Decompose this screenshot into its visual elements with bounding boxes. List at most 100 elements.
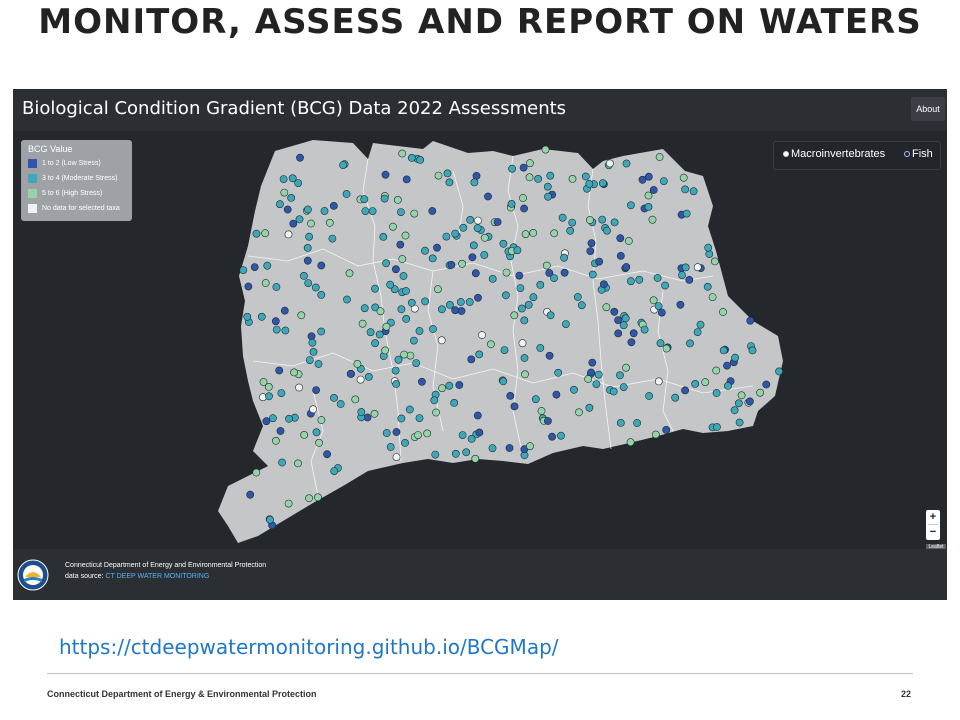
station-marker[interactable] xyxy=(303,244,312,252)
station-marker[interactable] xyxy=(398,149,407,158)
station-marker[interactable] xyxy=(271,436,280,445)
station-marker[interactable] xyxy=(719,346,728,355)
station-marker[interactable] xyxy=(633,419,641,427)
station-marker[interactable] xyxy=(478,331,486,339)
station-marker[interactable] xyxy=(275,200,284,209)
station-marker[interactable] xyxy=(400,350,408,359)
station-marker[interactable] xyxy=(396,208,405,216)
station-marker[interactable] xyxy=(252,229,261,238)
station-marker[interactable] xyxy=(609,387,618,396)
station-marker[interactable] xyxy=(474,216,482,225)
station-marker[interactable] xyxy=(406,351,415,360)
station-marker[interactable] xyxy=(250,263,259,271)
station-marker[interactable] xyxy=(309,347,318,356)
station-marker[interactable] xyxy=(655,153,664,161)
station-marker[interactable] xyxy=(252,468,261,477)
station-marker[interactable] xyxy=(624,237,633,245)
station-marker[interactable] xyxy=(568,175,577,183)
station-marker[interactable] xyxy=(501,291,510,300)
station-marker[interactable] xyxy=(519,163,528,172)
station-marker[interactable] xyxy=(330,393,338,402)
station-marker[interactable] xyxy=(402,175,411,184)
station-marker[interactable] xyxy=(719,308,727,316)
station-marker[interactable] xyxy=(415,414,424,422)
station-marker[interactable] xyxy=(705,250,714,258)
station-marker[interactable] xyxy=(405,405,414,414)
station-marker[interactable] xyxy=(562,320,570,328)
station-marker[interactable] xyxy=(654,302,663,310)
station-marker[interactable] xyxy=(455,381,464,389)
station-marker[interactable] xyxy=(299,271,308,280)
station-marker[interactable] xyxy=(645,392,653,400)
station-marker[interactable] xyxy=(393,196,402,204)
station-marker[interactable] xyxy=(433,285,442,294)
station-marker[interactable] xyxy=(414,431,422,439)
station-marker[interactable] xyxy=(734,399,743,408)
station-marker[interactable] xyxy=(656,339,665,348)
station-marker[interactable] xyxy=(311,283,320,292)
station-marker[interactable] xyxy=(584,375,593,383)
station-marker[interactable] xyxy=(315,438,323,447)
station-marker[interactable] xyxy=(442,232,451,241)
station-marker[interactable] xyxy=(693,263,702,272)
station-marker[interactable] xyxy=(546,311,555,320)
macroinvertebrates-option[interactable]: Macroinvertebrates xyxy=(783,148,885,160)
station-marker[interactable] xyxy=(554,368,563,377)
station-marker[interactable] xyxy=(280,188,289,197)
station-marker[interactable] xyxy=(614,316,622,324)
station-marker[interactable] xyxy=(416,155,425,164)
station-marker[interactable] xyxy=(394,355,403,364)
zoom-out-button[interactable]: − xyxy=(926,525,940,539)
station-marker[interactable] xyxy=(433,243,441,252)
station-marker[interactable] xyxy=(616,418,625,427)
station-marker[interactable] xyxy=(328,234,337,243)
station-marker[interactable] xyxy=(303,256,312,265)
station-marker[interactable] xyxy=(261,229,270,238)
station-marker[interactable] xyxy=(621,314,630,323)
station-marker[interactable] xyxy=(445,178,454,187)
station-marker[interactable] xyxy=(467,434,476,443)
station-marker[interactable] xyxy=(543,182,552,191)
station-marker[interactable] xyxy=(429,325,437,333)
station-marker[interactable] xyxy=(662,425,671,434)
station-marker[interactable] xyxy=(614,329,623,338)
station-marker[interactable] xyxy=(536,280,545,289)
station-marker[interactable] xyxy=(468,253,477,262)
station-marker[interactable] xyxy=(731,353,739,362)
station-marker[interactable] xyxy=(626,438,635,447)
station-marker[interactable] xyxy=(546,171,555,180)
station-marker[interactable] xyxy=(671,393,680,402)
station-marker[interactable] xyxy=(534,175,542,183)
station-marker[interactable] xyxy=(312,386,320,394)
station-marker[interactable] xyxy=(304,279,313,287)
station-marker[interactable] xyxy=(305,356,314,364)
station-marker[interactable] xyxy=(602,303,611,312)
station-marker[interactable] xyxy=(548,432,556,441)
station-marker[interactable] xyxy=(458,431,467,439)
station-marker[interactable] xyxy=(290,368,298,377)
station-marker[interactable] xyxy=(447,260,456,269)
station-marker[interactable] xyxy=(588,270,597,279)
station-marker[interactable] xyxy=(480,233,489,242)
station-marker[interactable] xyxy=(456,298,465,306)
station-marker[interactable] xyxy=(474,293,482,302)
station-marker[interactable] xyxy=(686,339,694,348)
station-marker[interactable] xyxy=(586,216,594,224)
station-marker[interactable] xyxy=(364,372,373,381)
station-marker[interactable] xyxy=(430,396,439,405)
station-marker[interactable] xyxy=(519,194,527,202)
station-marker[interactable] xyxy=(342,190,351,198)
station-marker[interactable] xyxy=(450,398,459,407)
station-marker[interactable] xyxy=(287,194,296,202)
station-marker[interactable] xyxy=(502,268,511,277)
station-marker[interactable] xyxy=(598,179,607,188)
fish-option[interactable]: Fish xyxy=(904,148,933,160)
station-marker[interactable] xyxy=(685,275,694,284)
station-marker[interactable] xyxy=(711,257,719,266)
station-marker[interactable] xyxy=(524,300,533,309)
station-marker[interactable] xyxy=(712,366,721,375)
station-marker[interactable] xyxy=(627,277,635,286)
station-marker[interactable] xyxy=(391,366,400,375)
station-marker[interactable] xyxy=(289,219,298,228)
station-marker[interactable] xyxy=(696,320,705,329)
